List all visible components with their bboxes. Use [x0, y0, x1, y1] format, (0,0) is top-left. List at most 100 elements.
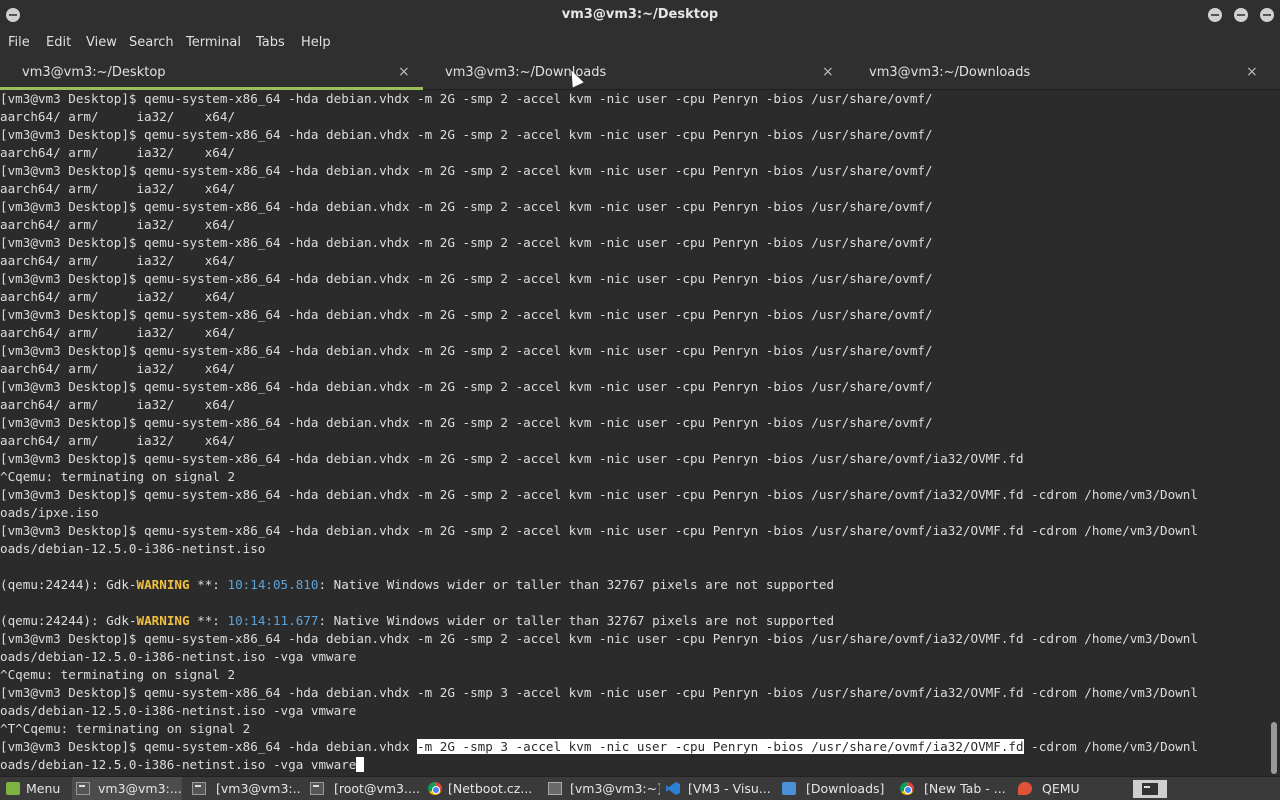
task-terminal-root[interactable]: [root@vm3....: [310, 777, 422, 800]
terminal-line-selected-command: [vm3@vm3 Desktop]$ qemu-system-x86_64 -h…: [0, 738, 1268, 756]
terminal-line: [vm3@vm3 Desktop]$ qemu-system-x86_64 -h…: [0, 127, 933, 142]
terminal-current-line: oads/debian-12.5.0-i386-netinst.iso -vga…: [0, 756, 1268, 774]
task-qemu[interactable]: QEMU: [1018, 777, 1088, 800]
tab-label: vm3@vm3:~/Desktop: [22, 65, 166, 80]
tab-label: vm3@vm3:~/Downloads: [445, 65, 607, 80]
timestamp: 10:14:05.810: [227, 577, 319, 592]
folder-icon: [782, 782, 796, 795]
terminal-text: **:: [189, 577, 228, 592]
terminal-text: : Native Windows wider or taller than 32…: [318, 577, 835, 592]
monitor-icon: [548, 782, 562, 795]
qemu-icon: [1018, 782, 1032, 795]
chrome-icon: [428, 782, 442, 795]
terminal-scrollbar[interactable]: [1268, 90, 1280, 776]
terminal-icon: [192, 782, 206, 795]
terminal-line: oads/debian-12.5.0-i386-netinst.iso: [0, 541, 266, 556]
terminal-line: [vm3@vm3 Desktop]$ qemu-system-x86_64 -h…: [0, 379, 933, 394]
terminal-line: oads/debian-12.5.0-i386-netinst.iso -vga…: [0, 649, 357, 664]
terminal-line: [vm3@vm3 Desktop]$ qemu-system-x86_64 -h…: [0, 271, 933, 286]
command-suffix: -cdrom /home/vm3/Downl: [1023, 739, 1198, 754]
task-vscode[interactable]: [VM3 - Visu...: [666, 777, 778, 800]
terminal-tray-icon: [1142, 783, 1158, 795]
terminal-line: (qemu:24244): Gdk-WARNING **: 10:14:11.6…: [0, 612, 1268, 630]
start-menu-button[interactable]: Menu: [6, 777, 66, 800]
tab-label: vm3@vm3:~/Downloads: [869, 65, 1031, 80]
terminal-line: [vm3@vm3 Desktop]$ qemu-system-x86_64 -h…: [0, 631, 1198, 646]
terminal-icon: [76, 782, 90, 795]
system-tray-terminal[interactable]: [1133, 780, 1167, 798]
terminal-line: aarch64/ arm/ ia32/ x64/: [0, 145, 236, 160]
terminal-line: [vm3@vm3 Desktop]$ qemu-system-x86_64 -h…: [0, 415, 933, 430]
tab-close-icon[interactable]: ×: [1246, 64, 1258, 80]
terminal-line: ^Cqemu: terminating on signal 2: [0, 667, 236, 682]
task-chrome-new-tab[interactable]: [New Tab - ...: [900, 777, 1012, 800]
menu-bar: File Edit View Search Terminal Tabs Help: [0, 30, 1280, 56]
task-terminal-desktop[interactable]: vm3@vm3:...: [72, 777, 182, 800]
window-titlebar: vm3@vm3:~/Desktop: [0, 0, 1280, 30]
tab-downloads-2[interactable]: vm3@vm3:~/Downloads ×: [847, 56, 1280, 90]
menu-terminal[interactable]: Terminal: [186, 35, 241, 50]
chrome-icon: [900, 782, 914, 795]
terminal-line: aarch64/ arm/ ia32/ x64/: [0, 361, 236, 376]
terminal-line: [vm3@vm3 Desktop]$ qemu-system-x86_64 -h…: [0, 163, 933, 178]
terminal-line: aarch64/ arm/ ia32/ x64/: [0, 325, 236, 340]
terminal-text: **:: [189, 613, 228, 628]
menu-help[interactable]: Help: [301, 35, 331, 50]
terminal-line: aarch64/ arm/ ia32/ x64/: [0, 433, 236, 448]
menu-view[interactable]: View: [86, 35, 117, 50]
terminal-line: [vm3@vm3 Desktop]$ qemu-system-x86_64 -h…: [0, 523, 1198, 538]
vscode-icon: [666, 782, 680, 795]
menu-tabs[interactable]: Tabs: [256, 35, 285, 50]
minimize-icon[interactable]: [1208, 8, 1222, 22]
menu-file[interactable]: File: [8, 35, 30, 50]
close-window-icon[interactable]: [1260, 8, 1274, 22]
text-cursor: [356, 757, 365, 772]
tab-close-icon[interactable]: ×: [822, 64, 834, 80]
task-terminal-2[interactable]: [vm3@vm3:...: [192, 777, 302, 800]
task-vm3-window[interactable]: [vm3@vm3:~]: [548, 777, 660, 800]
selected-text: -m 2G -smp 3 -accel kvm -nic user -cpu P…: [417, 739, 1024, 754]
terminal-line: oads/debian-12.5.0-i386-netinst.iso -vga…: [0, 703, 357, 718]
terminal-output[interactable]: [vm3@vm3 Desktop]$ qemu-system-x86_64 -h…: [0, 90, 1268, 776]
window-title: vm3@vm3:~/Desktop: [561, 7, 719, 22]
terminal-line: ^Cqemu: terminating on signal 2: [0, 469, 236, 484]
terminal-line: (qemu:24244): Gdk-WARNING **: 10:14:05.8…: [0, 576, 1268, 594]
terminal-line: [vm3@vm3 Desktop]$ qemu-system-x86_64 -h…: [0, 487, 1198, 502]
terminal-line: oads/ipxe.iso: [0, 505, 99, 520]
warning-label: WARNING: [136, 577, 190, 592]
terminal-line: [vm3@vm3 Desktop]$ qemu-system-x86_64 -h…: [0, 685, 1198, 700]
timestamp: 10:14:11.677: [227, 613, 319, 628]
terminal-icon: [310, 782, 324, 795]
terminal-text: (qemu:24244): Gdk-: [0, 613, 137, 628]
tab-bar: vm3@vm3:~/Desktop × vm3@vm3:~/Downloads …: [0, 56, 1280, 90]
terminal-line: aarch64/ arm/ ia32/ x64/: [0, 181, 236, 196]
terminal-line: aarch64/ arm/ ia32/ x64/: [0, 217, 236, 232]
terminal-line: ^T^Cqemu: terminating on signal 2: [0, 721, 251, 736]
terminal-line: [vm3@vm3 Desktop]$ qemu-system-x86_64 -h…: [0, 91, 933, 106]
terminal-line: aarch64/ arm/ ia32/ x64/: [0, 109, 236, 124]
command-prefix: [vm3@vm3 Desktop]$ qemu-system-x86_64 -h…: [0, 739, 418, 754]
terminal-line: [vm3@vm3 Desktop]$ qemu-system-x86_64 -h…: [0, 343, 933, 358]
menu-search[interactable]: Search: [129, 35, 174, 50]
terminal-line: [vm3@vm3 Desktop]$ qemu-system-x86_64 -h…: [0, 307, 933, 322]
terminal-line: aarch64/ arm/ ia32/ x64/: [0, 253, 236, 268]
terminal-line: [vm3@vm3 Desktop]$ qemu-system-x86_64 -h…: [0, 199, 933, 214]
taskbar: Menu vm3@vm3:... [vm3@vm3:... [root@vm3.…: [0, 776, 1280, 800]
current-line-text: oads/debian-12.5.0-i386-netinst.iso -vga…: [0, 757, 357, 772]
task-downloads-folder[interactable]: [Downloads]: [782, 777, 894, 800]
terminal-text: (qemu:24244): Gdk-: [0, 577, 137, 592]
task-chrome-netboot[interactable]: [Netboot.cz...: [428, 777, 540, 800]
terminal-line: [vm3@vm3 Desktop]$ qemu-system-x86_64 -h…: [0, 235, 933, 250]
terminal-line: [vm3@vm3 Desktop]$ qemu-system-x86_64 -h…: [0, 451, 1024, 466]
maximize-icon[interactable]: [1234, 8, 1248, 22]
tab-downloads-1[interactable]: vm3@vm3:~/Downloads ×: [423, 56, 847, 90]
menu-edit[interactable]: Edit: [46, 35, 71, 50]
tab-desktop[interactable]: vm3@vm3:~/Desktop ×: [0, 56, 423, 90]
scrollbar-thumb[interactable]: [1271, 722, 1277, 774]
menu-icon: [6, 782, 20, 795]
tab-close-icon[interactable]: ×: [398, 64, 410, 80]
terminal-text: : Native Windows wider or taller than 32…: [318, 613, 835, 628]
terminal-line: aarch64/ arm/ ia32/ x64/: [0, 397, 236, 412]
